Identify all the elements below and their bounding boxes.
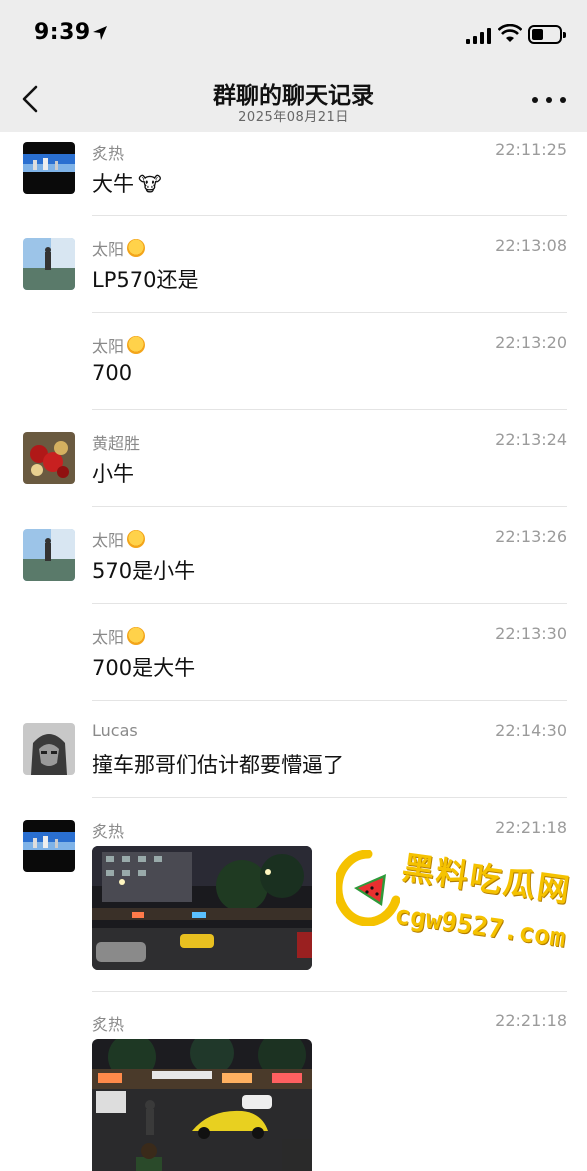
avatar[interactable] (23, 142, 75, 194)
sender-name-text: 太阳 (92, 531, 125, 550)
message-text: LP570还是 (92, 268, 199, 292)
sender-name: 炙热 (92, 1011, 124, 1035)
sender-name: 太阳 (92, 624, 146, 648)
sun-emoji-icon (127, 336, 146, 354)
more-options-button[interactable] (532, 88, 566, 112)
page-title: 群聊的聊天记录 (213, 83, 374, 109)
avatar[interactable] (23, 238, 75, 290)
watermelon-logo-icon (336, 850, 400, 926)
sun-emoji-icon (127, 530, 146, 548)
avatar[interactable] (23, 820, 75, 872)
message-time: 22:11:25 (495, 140, 567, 159)
cellular-signal-icon (466, 27, 491, 44)
divider (92, 215, 567, 216)
divider (92, 603, 567, 604)
battery-icon (528, 25, 566, 44)
message-time: 22:14:30 (495, 721, 567, 740)
sender-name-text: 太阳 (92, 337, 125, 356)
divider (92, 797, 567, 798)
message-text: 大牛 🐮 (92, 168, 162, 198)
cow-emoji: 🐮 (138, 172, 162, 196)
message-time: 22:21:18 (495, 1011, 567, 1030)
sender-name-text: 太阳 (92, 628, 125, 647)
message-time: 22:13:24 (495, 430, 567, 449)
divider (92, 991, 567, 992)
sender-name: 太阳 (92, 527, 146, 551)
avatar[interactable] (23, 723, 75, 775)
sender-name: 太阳 (92, 236, 146, 260)
sender-name: Lucas (92, 721, 138, 740)
sender-name-text: Lucas (92, 721, 138, 740)
sender-name: 黄超胜 (92, 430, 140, 454)
sender-name: 炙热 (92, 140, 124, 164)
sender-name-text: 黄超胜 (92, 434, 141, 453)
watermark-url: cgw9527.com (392, 900, 568, 954)
avatar[interactable] (23, 432, 75, 484)
location-arrow-icon (93, 26, 107, 40)
wifi-icon (498, 24, 522, 42)
watermark: 黑料吃瓜网 cgw9527.com (336, 848, 576, 970)
sender-name: 太阳 (92, 333, 146, 357)
sender-name-text: 炙热 (92, 1015, 125, 1034)
divider (92, 506, 567, 507)
sender-name: 炙热 (92, 818, 124, 842)
message-text: 700是大牛 (92, 656, 196, 680)
sender-name-text: 炙热 (92, 822, 125, 841)
sender-name-text: 太阳 (92, 240, 125, 259)
avatar[interactable] (23, 529, 75, 581)
message-text: 撞车那哥们估计都要懵逼了 (92, 753, 344, 777)
message-text: 小牛 (92, 462, 134, 486)
sun-emoji-icon (127, 627, 146, 645)
status-time: 9:39 (34, 20, 91, 45)
message-time: 22:21:18 (495, 818, 567, 837)
message-time: 22:13:26 (495, 527, 567, 546)
yellow-car-photo[interactable] (92, 1039, 312, 1171)
watermark-text: 黑料吃瓜网 (399, 848, 574, 910)
divider (92, 409, 567, 410)
divider (92, 312, 567, 313)
header-bar: 9:39 群聊的聊天记录 2025年08月21日 (0, 0, 587, 132)
message-time: 22:13:08 (495, 236, 567, 255)
message-text: 700 (92, 361, 133, 385)
divider (92, 700, 567, 701)
sender-name-text: 炙热 (92, 144, 125, 163)
message-time: 22:13:30 (495, 624, 567, 643)
message-text-content: 大牛 (92, 172, 134, 196)
message-time: 22:13:20 (495, 333, 567, 352)
message-text: 570是小牛 (92, 559, 196, 583)
sun-emoji-icon (127, 239, 146, 257)
night-street-photo[interactable] (92, 846, 312, 970)
page-subtitle-date: 2025年08月21日 (238, 110, 349, 125)
